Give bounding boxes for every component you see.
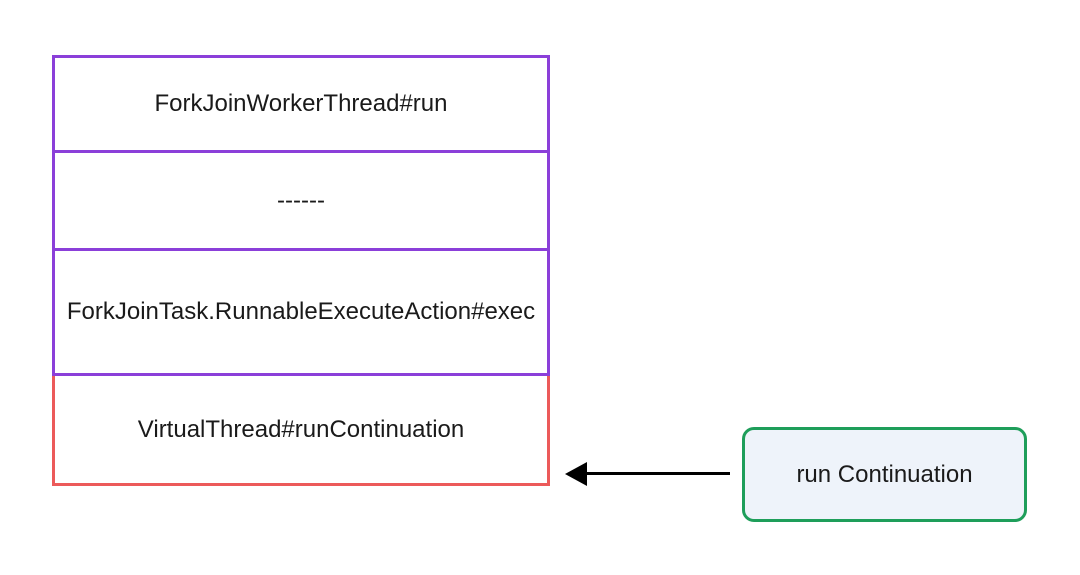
call-stack: ForkJoinWorkerThread#run ------ ForkJoin… bbox=[52, 55, 550, 486]
stack-frame-label: ------ bbox=[277, 185, 325, 216]
continuation-box: run Continuation bbox=[742, 427, 1027, 522]
stack-frame-label: VirtualThread#runContinuation bbox=[138, 414, 464, 445]
stack-frame-virtualthread-runcontinuation: VirtualThread#runContinuation bbox=[52, 376, 550, 486]
arrow-to-stack-icon bbox=[565, 471, 730, 477]
stack-frame-forkjointask-exec: ForkJoinTask.RunnableExecuteAction#exec bbox=[52, 251, 550, 376]
continuation-label: run Continuation bbox=[796, 461, 972, 489]
stack-frame-forkjoinworkerthread-run: ForkJoinWorkerThread#run bbox=[52, 55, 550, 153]
stack-frame-label: ForkJoinWorkerThread#run bbox=[154, 88, 447, 119]
stack-frame-label: ForkJoinTask.RunnableExecuteAction#exec bbox=[67, 296, 535, 327]
arrow-line bbox=[580, 472, 730, 475]
stack-frame-ellipsis: ------ bbox=[52, 153, 550, 251]
arrow-head-icon bbox=[565, 462, 587, 486]
